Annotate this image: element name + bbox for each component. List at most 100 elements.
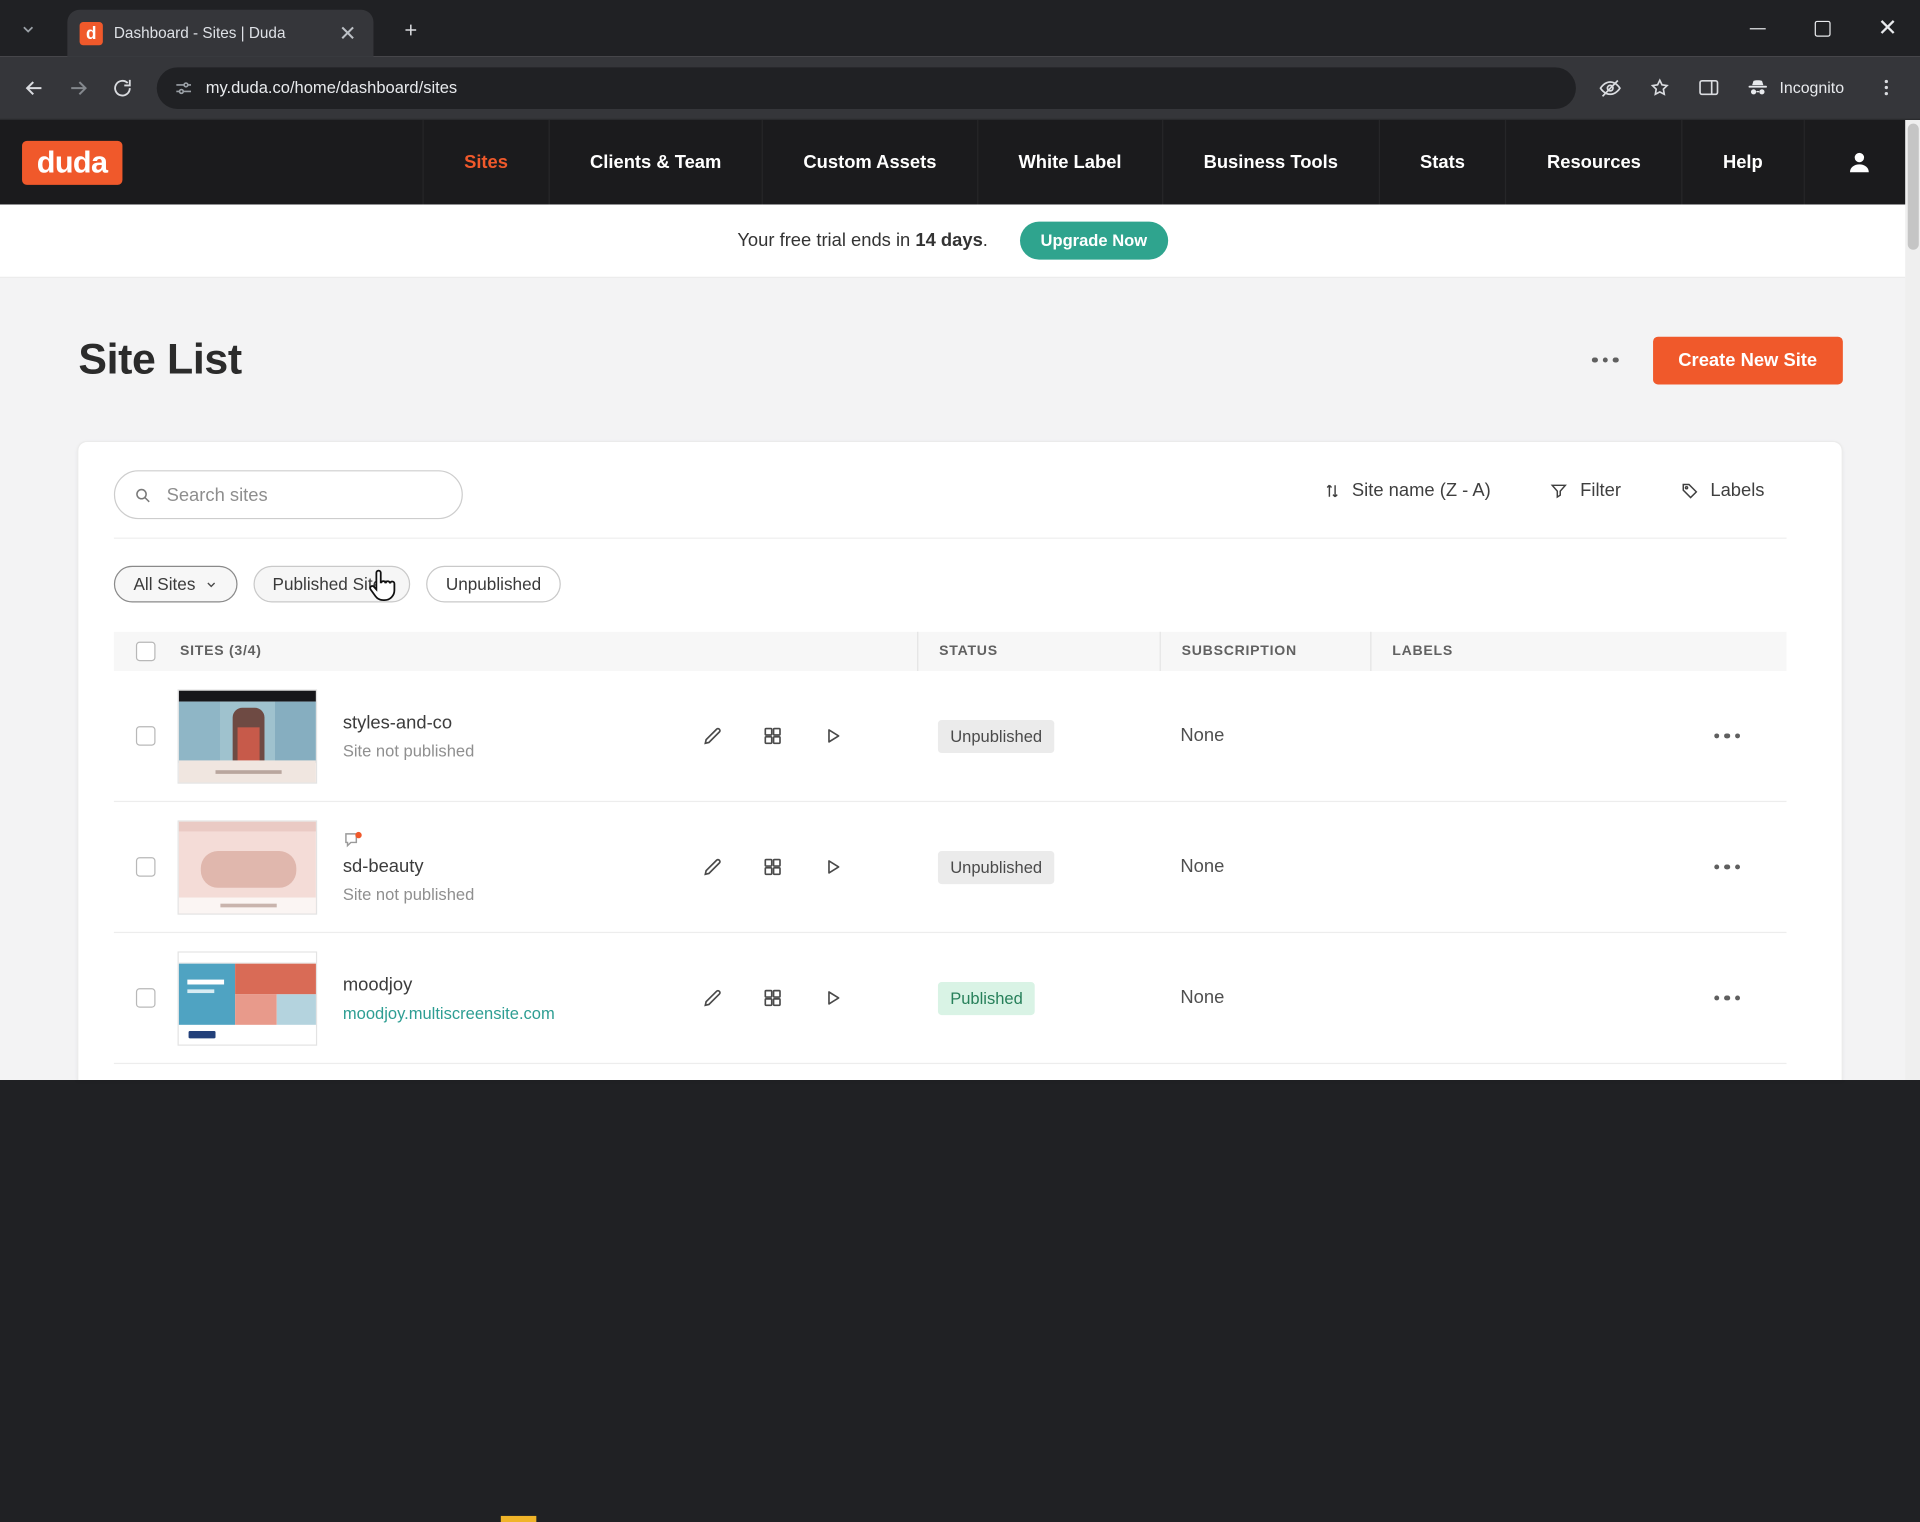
row-checkbox[interactable] (136, 857, 156, 877)
site-overview-button[interactable] (762, 856, 784, 878)
duda-logo[interactable]: duda (22, 141, 122, 185)
subscription-value: None (1180, 856, 1224, 877)
browser-toolbar: my.duda.co/home/dashboard/sites Incognit… (0, 56, 1920, 120)
filter-control[interactable]: Filter (1550, 480, 1621, 501)
table-row: styles-and-co Site not published (114, 671, 1787, 802)
toolbar-right-icons: Incognito (1588, 66, 1907, 110)
scrollbar-thumb[interactable] (1907, 124, 1918, 250)
labels-control[interactable]: Labels (1680, 480, 1765, 501)
forward-button[interactable] (56, 66, 100, 110)
incognito-badge: Incognito (1735, 69, 1858, 107)
sites-table: SITES (3/4) STATUS SUBSCRIPTION LABELS (114, 632, 1787, 1064)
page-scrollbar (1905, 120, 1920, 1080)
profile-button[interactable] (1845, 148, 1873, 176)
header-sites: SITES (3/4) (178, 632, 918, 671)
pencil-icon (702, 725, 724, 747)
side-panel-icon (1697, 76, 1720, 99)
pencil-icon (702, 856, 724, 878)
row-menu-button[interactable] (1709, 854, 1745, 879)
preview-site-button[interactable] (822, 725, 844, 747)
nav-item-business-tools[interactable]: Business Tools (1162, 120, 1378, 204)
chip-unpublished-label: Unpublished (446, 574, 541, 594)
sort-control[interactable]: Site name (Z - A) (1324, 480, 1491, 501)
site-name[interactable]: moodjoy (343, 974, 606, 995)
site-overview-button[interactable] (762, 725, 784, 747)
nav-item-white-label[interactable]: White Label (977, 120, 1162, 204)
notification-badge-icon (343, 831, 606, 849)
address-bar[interactable]: my.duda.co/home/dashboard/sites (157, 67, 1576, 109)
site-name[interactable]: sd-beauty (343, 855, 606, 876)
trial-text: Your free trial ends in 14 days. (737, 230, 988, 251)
row-menu-button[interactable] (1709, 985, 1745, 1010)
window-maximize-button[interactable] (1790, 0, 1855, 56)
window-minimize-button[interactable] (1725, 0, 1790, 56)
page-more-button[interactable] (1587, 347, 1623, 372)
table-row: sd-beauty Site not published (114, 802, 1787, 933)
site-overview-button[interactable] (762, 987, 784, 1009)
window-controls: ✕ (1725, 0, 1920, 56)
preview-site-button[interactable] (822, 856, 844, 878)
edit-site-button[interactable] (702, 725, 724, 747)
grid-icon (762, 856, 784, 878)
forward-arrow-icon (66, 75, 90, 99)
play-icon (822, 725, 844, 747)
site-info-icon[interactable] (174, 78, 194, 98)
chevron-down-icon (204, 577, 217, 590)
upgrade-now-button[interactable]: Upgrade Now (1020, 222, 1168, 260)
sort-label: Site name (Z - A) (1352, 480, 1491, 501)
reload-button[interactable] (100, 66, 144, 110)
site-subtitle: Site not published (343, 885, 606, 903)
nav-item-sites[interactable]: Sites (422, 120, 548, 204)
side-panel-button[interactable] (1686, 66, 1730, 110)
incognito-label: Incognito (1779, 78, 1844, 96)
create-new-site-button[interactable]: Create New Site (1653, 336, 1843, 384)
chip-unpublished[interactable]: Unpublished (426, 566, 561, 603)
plus-icon (401, 20, 419, 38)
site-name[interactable]: styles-and-co (343, 712, 606, 733)
new-tab-button[interactable] (394, 13, 426, 45)
site-thumbnail[interactable] (178, 951, 318, 1045)
search-input[interactable] (164, 483, 443, 506)
nav-item-stats[interactable]: Stats (1378, 120, 1505, 204)
grid-icon (762, 987, 784, 1009)
nav-item-clients-team[interactable]: Clients & Team (548, 120, 761, 204)
status-badge: Published (938, 981, 1035, 1014)
tab-search-button[interactable] (11, 12, 44, 45)
trial-text-prefix: Your free trial ends in (737, 230, 910, 251)
back-button[interactable] (12, 66, 56, 110)
row-checkbox[interactable] (136, 726, 156, 746)
bookmark-button[interactable] (1637, 66, 1681, 110)
row-checkbox[interactable] (136, 988, 156, 1008)
tracking-protection-button[interactable] (1588, 66, 1632, 110)
status-badge: Unpublished (938, 719, 1054, 752)
url-text: my.duda.co/home/dashboard/sites (206, 78, 457, 96)
site-url-link[interactable]: moodjoy.multiscreensite.com (343, 1003, 606, 1021)
chip-published-label: Published Sites (273, 574, 391, 594)
nav-item-custom-assets[interactable]: Custom Assets (762, 120, 977, 204)
chip-all-sites[interactable]: All Sites (114, 566, 237, 603)
nav-item-resources[interactable]: Resources (1505, 120, 1681, 204)
site-info: sd-beauty Site not published (343, 831, 606, 903)
header-status: STATUS (917, 632, 1159, 671)
tab-close-icon[interactable]: ✕ (334, 20, 361, 46)
filter-funnel-icon (1550, 481, 1570, 501)
filter-chips: All Sites Published Sites Unpublished (114, 566, 561, 603)
preview-site-button[interactable] (822, 987, 844, 1009)
chip-published-sites[interactable]: Published Sites (253, 566, 410, 603)
site-subtitle: Site not published (343, 741, 606, 759)
browser-menu-button[interactable] (1864, 66, 1908, 110)
site-thumbnail[interactable] (178, 689, 318, 783)
row-menu-button[interactable] (1709, 723, 1745, 748)
edit-site-button[interactable] (702, 987, 724, 1009)
filter-label: Filter (1580, 480, 1621, 501)
browser-tab[interactable]: d Dashboard - Sites | Duda ✕ (67, 10, 373, 57)
edit-site-button[interactable] (702, 856, 724, 878)
status-badge: Unpublished (938, 850, 1054, 883)
window-close-button[interactable]: ✕ (1855, 0, 1920, 56)
trial-text-suffix: . (983, 230, 988, 251)
duda-favicon: d (80, 21, 103, 44)
nav-item-help[interactable]: Help (1681, 120, 1804, 204)
site-info: moodjoy moodjoy.multiscreensite.com (343, 974, 606, 1022)
site-thumbnail[interactable] (178, 820, 318, 914)
select-all-checkbox[interactable] (136, 642, 156, 662)
